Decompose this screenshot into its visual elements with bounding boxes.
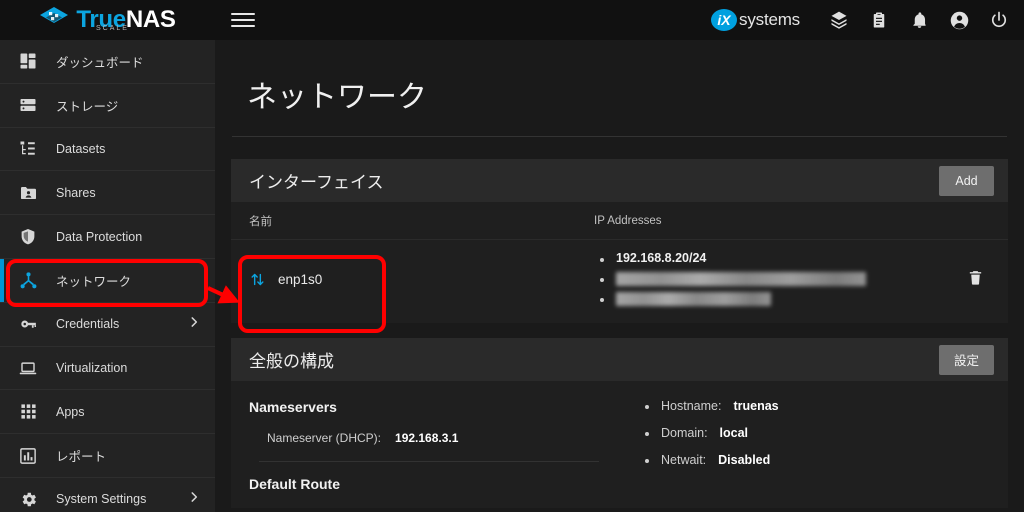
ip-address-item-redacted: [598, 291, 967, 308]
general-card-body: Nameservers Nameserver (DHCP): 192.168.3…: [231, 381, 1008, 508]
network-info-list: Hostname: truenas Domain: local Netwait:…: [643, 399, 990, 467]
top-bar: TrueNAS SCALE iX systems: [0, 0, 1024, 40]
up-down-arrows-icon: [249, 270, 266, 289]
ix-systems-word: systems: [739, 10, 800, 29]
chevron-right-icon: [187, 490, 201, 509]
settings-button[interactable]: 設定: [939, 344, 994, 375]
laptop-icon: [0, 359, 56, 377]
sidebar-item-label: Shares: [56, 185, 96, 200]
truenas-diamond-icon: [39, 6, 69, 35]
sidebar-item-label: Apps: [56, 404, 85, 419]
shield-icon: [0, 227, 56, 246]
main-content: ネットワーク インターフェイス Add 名前 IP Addresses enp1…: [215, 40, 1024, 512]
info-value: truenas: [733, 399, 779, 413]
sidebar-item-reporting[interactable]: レポート: [0, 434, 215, 478]
hamburger-menu-icon[interactable]: [231, 8, 255, 32]
sidebar-item-shares[interactable]: Shares: [0, 171, 215, 216]
sidebar-item-dashboard[interactable]: ダッシュボード: [0, 40, 215, 84]
dashboard-icon: [0, 52, 56, 70]
apps-cube-icon[interactable]: [828, 9, 850, 31]
shares-folder-icon: [0, 184, 56, 202]
nameserver-row: Nameserver (DHCP): 192.168.3.1: [249, 431, 599, 445]
sidebar-item-label: Credentials: [56, 317, 120, 332]
title-divider: [232, 136, 1007, 137]
user-account-icon[interactable]: [948, 9, 970, 31]
info-value: Disabled: [718, 453, 771, 467]
gear-icon: [0, 490, 56, 509]
info-key: Domain:: [661, 426, 708, 440]
general-configuration-card: 全般の構成 設定 Nameservers Nameserver (DHCP): …: [231, 338, 1008, 508]
general-card-title: 全般の構成: [249, 352, 334, 371]
storage-icon: [0, 96, 56, 114]
ip-address-item: 192.168.8.20/24: [598, 251, 967, 268]
ix-systems-logo: iX systems: [711, 9, 800, 31]
brand-subtitle: SCALE: [96, 25, 129, 32]
info-item-netwait: Netwait: Disabled: [643, 453, 990, 467]
redacted-bar: [616, 291, 771, 306]
sidebar-item-label: System Settings: [56, 492, 147, 507]
clipboard-tasks-icon[interactable]: [868, 9, 890, 31]
sidebar-item-apps[interactable]: Apps: [0, 390, 215, 435]
key-icon: [0, 315, 56, 333]
default-route-heading: Default Route: [249, 476, 340, 492]
network-icon: [0, 271, 56, 290]
section-divider: [259, 461, 599, 462]
top-bar-actions: iX systems: [711, 9, 1024, 31]
sidebar-item-datasets[interactable]: Datasets: [0, 128, 215, 172]
reporting-chart-icon: [0, 447, 56, 465]
apps-grid-icon: [0, 403, 56, 420]
sidebar-item-system-settings[interactable]: System Settings: [0, 478, 215, 512]
column-header-name: 名前: [249, 215, 272, 228]
power-icon[interactable]: [988, 9, 1010, 31]
sidebar-item-network[interactable]: ネットワーク: [0, 258, 215, 303]
sidebar-item-data-protection[interactable]: Data Protection: [0, 215, 215, 259]
info-value: local: [719, 426, 749, 440]
interfaces-card: インターフェイス Add 名前 IP Addresses enp1s0 192.…: [231, 159, 1008, 323]
interface-name-cell[interactable]: enp1s0: [249, 270, 594, 289]
brand-logo[interactable]: TrueNAS SCALE: [0, 0, 215, 40]
interface-name: enp1s0: [278, 272, 323, 287]
column-header-ip-addresses: IP Addresses: [594, 214, 662, 227]
datasets-tree-icon: [0, 140, 56, 158]
sidebar-item-credentials[interactable]: Credentials: [0, 303, 215, 347]
nameserver-key: Nameserver (DHCP):: [267, 431, 382, 445]
bell-alerts-icon[interactable]: [908, 9, 930, 31]
sidebar-item-label: ストレージ: [56, 99, 119, 114]
sidebar-item-label: ダッシュボード: [56, 55, 144, 70]
nameserver-value: 192.168.3.1: [395, 431, 459, 445]
truenas-scale-window: TrueNAS SCALE iX systems ダッシュボード ストレージ D…: [0, 0, 1024, 512]
sidebar-item-label: Data Protection: [56, 229, 143, 244]
page-title: ネットワーク: [247, 81, 427, 114]
info-key: Hostname:: [661, 399, 722, 413]
chevron-right-icon: [187, 315, 201, 334]
table-row[interactable]: enp1s0 192.168.8.20/24: [231, 240, 1008, 323]
sidebar-item-label: Datasets: [56, 141, 106, 156]
info-key: Netwait:: [661, 453, 707, 467]
interfaces-card-header: インターフェイス Add: [231, 159, 1008, 202]
redacted-bar: [616, 271, 866, 286]
info-item-hostname: Hostname: truenas: [643, 399, 990, 413]
ix-mark-icon: iX: [711, 9, 738, 31]
general-card-header: 全般の構成 設定: [231, 338, 1008, 381]
info-item-domain: Domain: local: [643, 426, 990, 440]
sidebar-item-label: レポート: [56, 450, 107, 465]
sidebar-navigation: ダッシュボード ストレージ Datasets Shares Data Prote…: [0, 40, 215, 512]
ip-address-item-redacted: [598, 271, 967, 288]
network-info-section: Hostname: truenas Domain: local Netwait:…: [599, 399, 990, 508]
ip-address-list: 192.168.8.20/24: [594, 248, 967, 311]
interfaces-card-title: インターフェイス: [249, 173, 384, 192]
nameservers-section: Nameservers Nameserver (DHCP): 192.168.3…: [249, 399, 599, 508]
add-interface-button[interactable]: Add: [939, 165, 994, 196]
nameservers-heading: Nameservers: [249, 399, 337, 415]
interfaces-table-header: 名前 IP Addresses: [231, 202, 1008, 240]
sidebar-item-label: Virtualization: [56, 360, 128, 375]
trash-icon[interactable]: [967, 268, 990, 292]
sidebar-item-storage[interactable]: ストレージ: [0, 84, 215, 128]
sidebar-item-virtualization[interactable]: Virtualization: [0, 347, 215, 391]
sidebar-item-label: ネットワーク: [56, 274, 132, 289]
